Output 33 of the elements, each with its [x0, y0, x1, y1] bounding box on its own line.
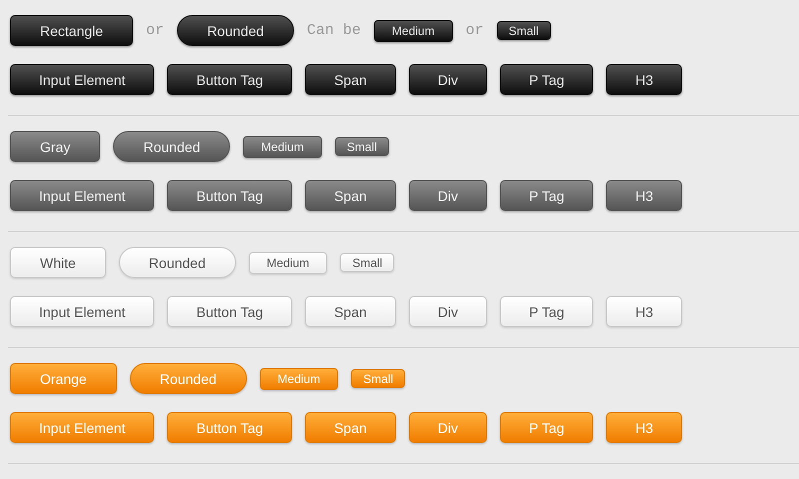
- button[interactable]: P Tag: [500, 296, 594, 327]
- rounded-button[interactable]: Rounded: [177, 15, 294, 46]
- button[interactable]: Button Tag: [167, 180, 292, 211]
- label-text: or: [146, 22, 164, 39]
- medium-button[interactable]: Medium: [243, 136, 322, 158]
- button[interactable]: Input Element: [10, 180, 154, 211]
- button[interactable]: Div: [408, 180, 488, 211]
- medium-button[interactable]: Medium: [374, 20, 453, 42]
- button[interactable]: Span: [305, 180, 396, 211]
- button[interactable]: Span: [305, 64, 396, 95]
- rectangle-button[interactable]: White: [10, 247, 106, 278]
- rounded-button[interactable]: Rounded: [113, 131, 230, 162]
- button[interactable]: Div: [408, 296, 488, 327]
- button[interactable]: H3: [606, 64, 682, 95]
- small-button[interactable]: Small: [340, 253, 394, 272]
- button[interactable]: H3: [606, 180, 682, 211]
- small-button[interactable]: Small: [334, 137, 389, 156]
- button[interactable]: Input Element: [10, 64, 154, 95]
- button[interactable]: H3: [606, 296, 682, 327]
- button[interactable]: P Tag: [500, 64, 594, 95]
- button[interactable]: Button Tag: [167, 296, 292, 327]
- button[interactable]: Input Element: [10, 296, 154, 327]
- medium-button[interactable]: Medium: [248, 252, 328, 274]
- small-button[interactable]: Small: [496, 21, 551, 40]
- button[interactable]: P Tag: [500, 180, 594, 211]
- rectangle-button[interactable]: Rectangle: [10, 15, 134, 46]
- rounded-button[interactable]: Rounded: [118, 247, 236, 278]
- rectangle-button[interactable]: Gray: [10, 131, 100, 162]
- button[interactable]: Div: [408, 64, 488, 95]
- button[interactable]: Button Tag: [167, 64, 292, 95]
- label-text: or: [466, 22, 484, 39]
- button[interactable]: Span: [305, 296, 396, 327]
- label-text: Can be: [306, 22, 361, 39]
